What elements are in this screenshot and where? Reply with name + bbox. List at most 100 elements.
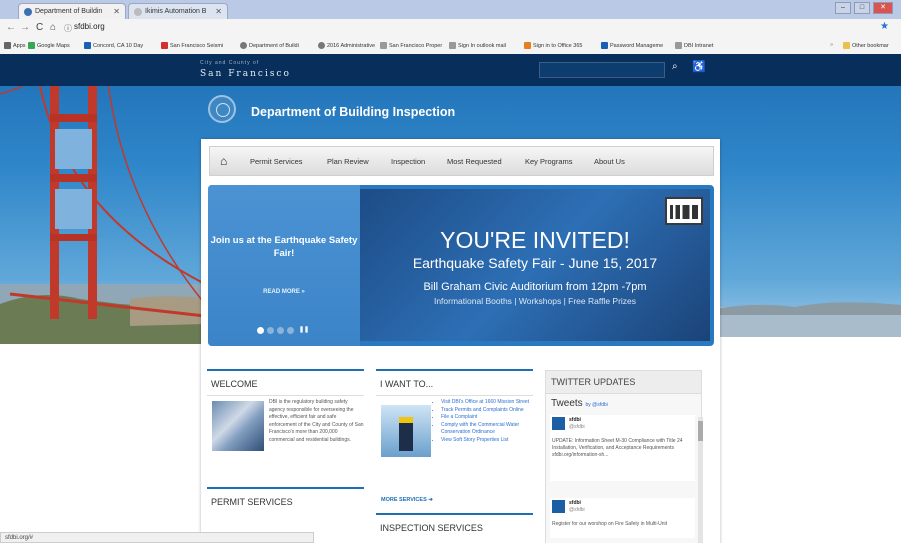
tweet-card[interactable]: sfdbi @sfdbi Register for our worshop on… xyxy=(550,498,695,538)
back-icon[interactable]: ← xyxy=(6,22,16,33)
link-track-permits[interactable]: Track Permits and Complaints Online xyxy=(441,407,545,415)
menu-about-us[interactable]: About Us xyxy=(594,157,625,166)
tweet-handle[interactable]: @sfdbi xyxy=(569,507,585,514)
more-services-link[interactable]: MORE SERVICES ➔ xyxy=(381,497,433,503)
bookmarks-overflow[interactable]: » xyxy=(830,42,833,48)
link-water-conservation[interactable]: Comply with the Commercial Water Conserv… xyxy=(441,422,545,437)
san-francisco-logo-text[interactable]: San Francisco xyxy=(200,69,291,79)
globe-icon xyxy=(24,8,32,16)
bookmark-label: Password Manageme xyxy=(610,42,664,49)
home-icon[interactable]: ⌂ xyxy=(50,22,56,33)
slideshow-banner[interactable]: Join us at the Earthquake Safety Fair! R… xyxy=(208,185,714,346)
bookmark-2016-admin[interactable]: 2016 Administrative xyxy=(318,42,375,49)
bookmark-label: Apps xyxy=(13,42,26,49)
bookmark-label: Concord, CA 10 Day xyxy=(93,42,144,49)
bookmark-apps[interactable]: Apps xyxy=(4,42,26,49)
menu-most-requested[interactable]: Most Requested xyxy=(447,157,502,166)
site-search-input[interactable] xyxy=(539,62,665,78)
twitter-column: TWITTER UPDATES Tweets by @sfdbi sfdbi @… xyxy=(545,370,703,543)
tab-ikimis-automation[interactable]: Ikimis Automation B ✕ xyxy=(128,3,228,19)
golden-gate-bridge-image xyxy=(0,54,205,344)
slide-details: Informational Booths | Workshops | Free … xyxy=(433,296,637,306)
welcome-column: WELCOME DBI is the regulatory building s… xyxy=(207,369,364,507)
slide-subheadline: Earthquake Safety Fair - June 15, 2017 xyxy=(412,255,658,271)
slide-dot[interactable] xyxy=(287,327,294,334)
tweets-by-link[interactable]: by @sfdbi xyxy=(585,402,607,408)
page-icon xyxy=(449,42,456,49)
accessibility-icon[interactable]: ♿ xyxy=(692,60,706,73)
home-icon[interactable]: ⌂ xyxy=(220,154,227,168)
slide-dot[interactable] xyxy=(267,327,274,334)
reload-icon[interactable]: C xyxy=(36,22,43,33)
bookmark-dept-building[interactable]: Department of Buildi xyxy=(240,42,299,49)
bookmark-google-maps[interactable]: Google Maps xyxy=(28,42,70,49)
bookmark-sf-seismic[interactable]: San Francisco Seismi xyxy=(161,42,223,49)
slide-image[interactable]: YOU'RE INVITED! Earthquake Safety Fair -… xyxy=(360,189,710,341)
tweet-author[interactable]: sfdbi xyxy=(569,500,581,507)
link-soft-story[interactable]: View Soft Story Properties List xyxy=(441,437,545,445)
hills-image xyxy=(715,302,901,337)
bookmark-label: Other bookmar xyxy=(852,42,889,49)
avatar[interactable] xyxy=(552,500,565,513)
i-want-to-links: Visit DBI's Office at 1660 Mission Stree… xyxy=(431,399,545,444)
bookmark-password[interactable]: Password Manageme xyxy=(601,42,663,49)
menu-key-programs[interactable]: Key Programs xyxy=(525,157,573,166)
bookmark-dbi-intranet[interactable]: DBI Intranet xyxy=(675,42,713,49)
maximize-button[interactable]: □ xyxy=(854,2,870,14)
menu-inspection[interactable]: Inspection xyxy=(391,157,425,166)
twitter-heading: TWITTER UPDATES xyxy=(546,371,701,394)
avatar[interactable] xyxy=(552,417,565,430)
bookmark-star-icon[interactable]: ★ xyxy=(880,21,889,32)
maps-icon xyxy=(28,42,35,49)
tweet-handle[interactable]: @sfdbi xyxy=(569,424,585,431)
bookmark-label: 2016 Administrative xyxy=(327,42,375,49)
department-title[interactable]: Department of Building Inspection xyxy=(251,105,455,119)
bookmark-label: DBI Intranet xyxy=(684,42,714,49)
folder-icon xyxy=(843,42,850,49)
tab-title: Ikimis Automation B xyxy=(145,8,207,15)
city-seal-icon[interactable] xyxy=(208,95,236,123)
read-more-link[interactable]: READ MORE » xyxy=(208,289,360,295)
search-icon[interactable]: ⌕ xyxy=(672,61,678,72)
tweet-author[interactable]: sfdbi xyxy=(569,417,581,424)
bookmarks-bar: Apps Google Maps Concord, CA 10 Day San … xyxy=(0,38,901,55)
more-services-label: MORE SERVICES xyxy=(381,497,427,503)
forward-icon[interactable]: → xyxy=(20,22,30,33)
bookmark-outlook[interactable]: Sign In outlook mail xyxy=(449,42,506,49)
inspection-services-heading: INSPECTION SERVICES xyxy=(376,513,533,541)
tweets-scrollbar[interactable] xyxy=(698,417,703,543)
welcome-heading: WELCOME xyxy=(207,369,364,396)
slide-dot[interactable] xyxy=(277,327,284,334)
close-icon[interactable]: ✕ xyxy=(215,4,222,19)
bookmark-other[interactable]: Other bookmar xyxy=(843,42,889,49)
globe-icon xyxy=(318,42,325,49)
url-field[interactable]: sfdbi.org xyxy=(74,22,105,31)
close-window-button[interactable]: ✕ xyxy=(873,2,893,14)
globe-icon xyxy=(240,42,247,49)
address-bar: ← → C ⌂ ⓘ sfdbi.org ★ xyxy=(0,19,901,39)
tweets-label: Tweets xyxy=(551,398,583,409)
bookmark-label: Department of Buildi xyxy=(249,42,299,49)
info-icon[interactable]: ⓘ xyxy=(64,23,72,34)
i-want-to-column: I WANT TO... Visit DBI's Office at 1660 … xyxy=(376,369,533,533)
menu-permit-services[interactable]: Permit Services xyxy=(250,157,303,166)
close-icon[interactable]: ✕ xyxy=(113,4,120,19)
skyline-logo-icon xyxy=(665,197,703,225)
menu-plan-review[interactable]: Plan Review xyxy=(327,157,369,166)
bookmark-sf-property[interactable]: San Francisco Proper xyxy=(380,42,442,49)
pause-icon[interactable]: ❚❚ xyxy=(299,327,309,334)
tab-department-of-building[interactable]: Department of Buildin ✕ xyxy=(18,3,126,19)
minimize-button[interactable]: – xyxy=(835,2,851,14)
link-file-complaint[interactable]: File a Complaint xyxy=(441,414,545,422)
slide-dot[interactable] xyxy=(257,327,264,334)
site-icon xyxy=(601,42,608,49)
link-visit-office[interactable]: Visit DBI's Office at 1660 Mission Stree… xyxy=(441,399,545,407)
city-county-label: City and County of xyxy=(200,60,260,66)
main-content-card: ⌂ Permit Services Plan Review Inspection… xyxy=(201,139,720,543)
page-icon xyxy=(380,42,387,49)
bookmark-concord[interactable]: Concord, CA 10 Day xyxy=(84,42,143,49)
tweet-card[interactable]: sfdbi @sfdbi UPDATE: Information Sheet M… xyxy=(550,415,695,481)
scrollbar-thumb[interactable] xyxy=(698,421,703,441)
main-menu: ⌂ Permit Services Plan Review Inspection… xyxy=(209,146,714,176)
bookmark-office365[interactable]: Sign in to Office 365 xyxy=(524,42,582,49)
